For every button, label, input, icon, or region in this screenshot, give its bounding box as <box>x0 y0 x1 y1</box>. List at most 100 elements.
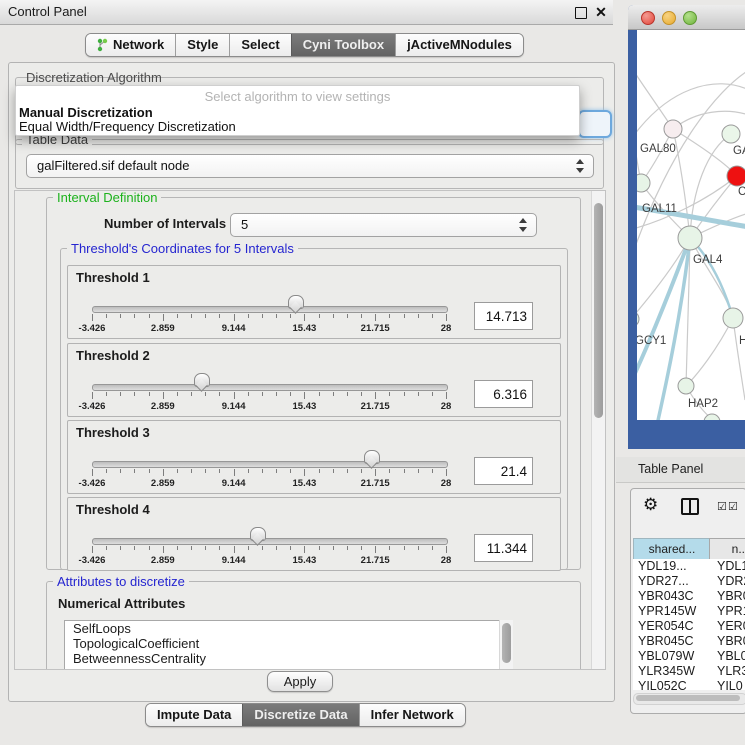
dropdown-option-manual-discretization[interactable]: Manual Discretization <box>19 105 153 120</box>
tick-mark <box>177 546 178 550</box>
table-row[interactable]: YLR345WYLR3 <box>633 664 745 679</box>
checkbox-icon[interactable]: ☑ <box>717 500 727 513</box>
num-intervals-spinner[interactable]: 5 <box>230 213 537 237</box>
tick-mark <box>163 469 164 476</box>
apply-button[interactable]: Apply <box>267 671 333 692</box>
table-row[interactable]: YER054CYER0 <box>633 619 745 634</box>
threshold-4-value-field[interactable] <box>474 534 533 562</box>
attribute-item-selfloops[interactable]: SelfLoops <box>65 621 499 636</box>
network-canvas[interactable]: GAL80GACGAL11GAL4GCY1HHAP2 <box>637 30 745 420</box>
tick-mark <box>375 546 376 553</box>
close-panel-icon[interactable]: ✕ <box>594 2 608 22</box>
table-row[interactable]: YBR043CYBR0 <box>633 589 745 604</box>
threshold-4-slider-thumb[interactable] <box>250 527 266 541</box>
node-label: GAL4 <box>693 254 723 266</box>
tab-select[interactable]: Select <box>229 34 290 56</box>
gear-icon[interactable]: ⚙ <box>643 495 658 515</box>
close-window-icon[interactable] <box>641 11 655 25</box>
network-edge[interactable] <box>686 318 733 386</box>
tick-mark <box>248 546 249 550</box>
tick-mark <box>120 469 121 473</box>
table-row[interactable]: YDR27...YDR2 <box>633 574 745 589</box>
threshold-1-slider-track[interactable] <box>92 306 448 313</box>
tab-cyni-toolbox[interactable]: Cyni Toolbox <box>291 34 395 56</box>
attributes-list-scrollbar[interactable] <box>499 620 513 669</box>
network-node-gal4[interactable] <box>678 226 702 250</box>
cell-shared-name: YPR145W <box>638 604 696 619</box>
network-edge[interactable] <box>733 318 745 400</box>
minimize-window-icon[interactable] <box>662 11 676 25</box>
settings-scrollbar-thumb[interactable] <box>594 203 603 418</box>
network-node-gal80[interactable] <box>664 120 682 138</box>
threshold-3-slider-thumb[interactable] <box>364 450 380 464</box>
threshold-3-slider-track[interactable] <box>92 461 448 468</box>
node-label: GAL11 <box>642 203 677 215</box>
network-node-h[interactable] <box>723 308 743 328</box>
network-node-gcy1[interactable] <box>637 311 639 327</box>
column-header-name[interactable]: n... <box>709 538 745 560</box>
settings-vertical-scrollbar[interactable] <box>591 191 605 669</box>
cell-name: YBR0 <box>717 589 745 604</box>
attributes-list-scrollbar-thumb[interactable] <box>502 623 511 663</box>
table-hscrollbar-thumb[interactable] <box>636 695 740 701</box>
network-node-c[interactable] <box>727 166 745 186</box>
column-header-shared[interactable]: shared... <box>633 538 711 560</box>
threshold-2-value-field[interactable] <box>474 380 533 408</box>
tick-label: 2.859 <box>151 323 175 334</box>
table-row[interactable]: YIL052CYIL0 <box>633 679 745 690</box>
tick-mark <box>389 392 390 396</box>
threshold-1-label: Threshold 1 <box>76 270 150 285</box>
table-row[interactable]: YBL079WYBL0 <box>633 649 745 664</box>
slider-ticks <box>92 546 447 554</box>
threshold-1-value-field[interactable] <box>474 302 533 330</box>
network-node-ga[interactable] <box>722 125 740 143</box>
tick-label: 21.715 <box>361 555 390 566</box>
table-row[interactable]: YPR145WYPR1 <box>633 604 745 619</box>
threshold-4-slider-track[interactable] <box>92 538 448 545</box>
tick-mark <box>120 546 121 550</box>
threshold-3-value-field[interactable] <box>474 457 533 485</box>
algorithm-combobox[interactable] <box>578 110 612 138</box>
threshold-2-slider-thumb[interactable] <box>194 373 210 387</box>
tab-label: jActiveMNodules <box>407 34 512 56</box>
table-data-combobox[interactable]: galFiltered.sif default node <box>26 154 594 178</box>
tab-impute-data[interactable]: Impute Data <box>146 704 242 726</box>
split-columns-icon[interactable] <box>681 498 699 515</box>
table-row[interactable]: YDL19...YDL1 <box>633 559 745 574</box>
network-node-hap2[interactable] <box>678 378 694 394</box>
network-edge[interactable] <box>637 60 673 129</box>
tab-infer-network[interactable]: Infer Network <box>359 704 465 726</box>
tab-label: Discretize Data <box>254 704 347 726</box>
checkbox-icon[interactable]: ☑ <box>728 500 738 513</box>
tick-mark <box>134 392 135 396</box>
tab-label: Cyni Toolbox <box>303 34 384 56</box>
zoom-window-icon[interactable] <box>683 11 697 25</box>
tick-mark <box>361 392 362 396</box>
tab-jactivemnodules[interactable]: jActiveMNodules <box>395 34 523 56</box>
float-panel-icon[interactable] <box>575 7 587 19</box>
tab-style[interactable]: Style <box>175 34 229 56</box>
dropdown-placeholder-item[interactable]: Select algorithm to view settings <box>16 89 579 104</box>
table-row[interactable]: YBR045CYBR0 <box>633 634 745 649</box>
tab-discretize-data[interactable]: Discretize Data <box>242 704 358 726</box>
tab-network[interactable]: Network <box>86 34 175 56</box>
attribute-item-betweennesscentrality[interactable]: BetweennessCentrality <box>65 651 499 666</box>
dropdown-option-equal-width-frequency-discretization[interactable]: Equal Width/Frequency Discretization <box>19 119 236 134</box>
attribute-item-topologicalcoefficient[interactable]: TopologicalCoefficient <box>65 636 499 651</box>
attributes-listbox[interactable]: SelfLoopsTopologicalCoefficientBetweenne… <box>64 620 500 670</box>
threshold-2-slider-track[interactable] <box>92 384 448 391</box>
tick-mark <box>333 546 334 550</box>
tick-label: 28 <box>441 478 452 489</box>
tick-label: 9.144 <box>222 323 246 334</box>
network-edge-highlighted[interactable] <box>637 238 690 390</box>
network-node-gal11[interactable] <box>637 174 650 192</box>
tick-mark <box>248 392 249 396</box>
tick-mark <box>106 546 107 550</box>
threshold-1-slider-thumb[interactable] <box>288 295 304 309</box>
table-horizontal-scrollbar[interactable] <box>633 693 745 705</box>
tick-mark <box>389 546 390 550</box>
network-edge[interactable] <box>690 238 733 318</box>
table-panel-bar: Table Panel <box>616 457 745 483</box>
network-node[interactable] <box>704 414 720 420</box>
slider-tick-labels: -3.4262.8599.14415.4321.71528 <box>92 323 447 334</box>
